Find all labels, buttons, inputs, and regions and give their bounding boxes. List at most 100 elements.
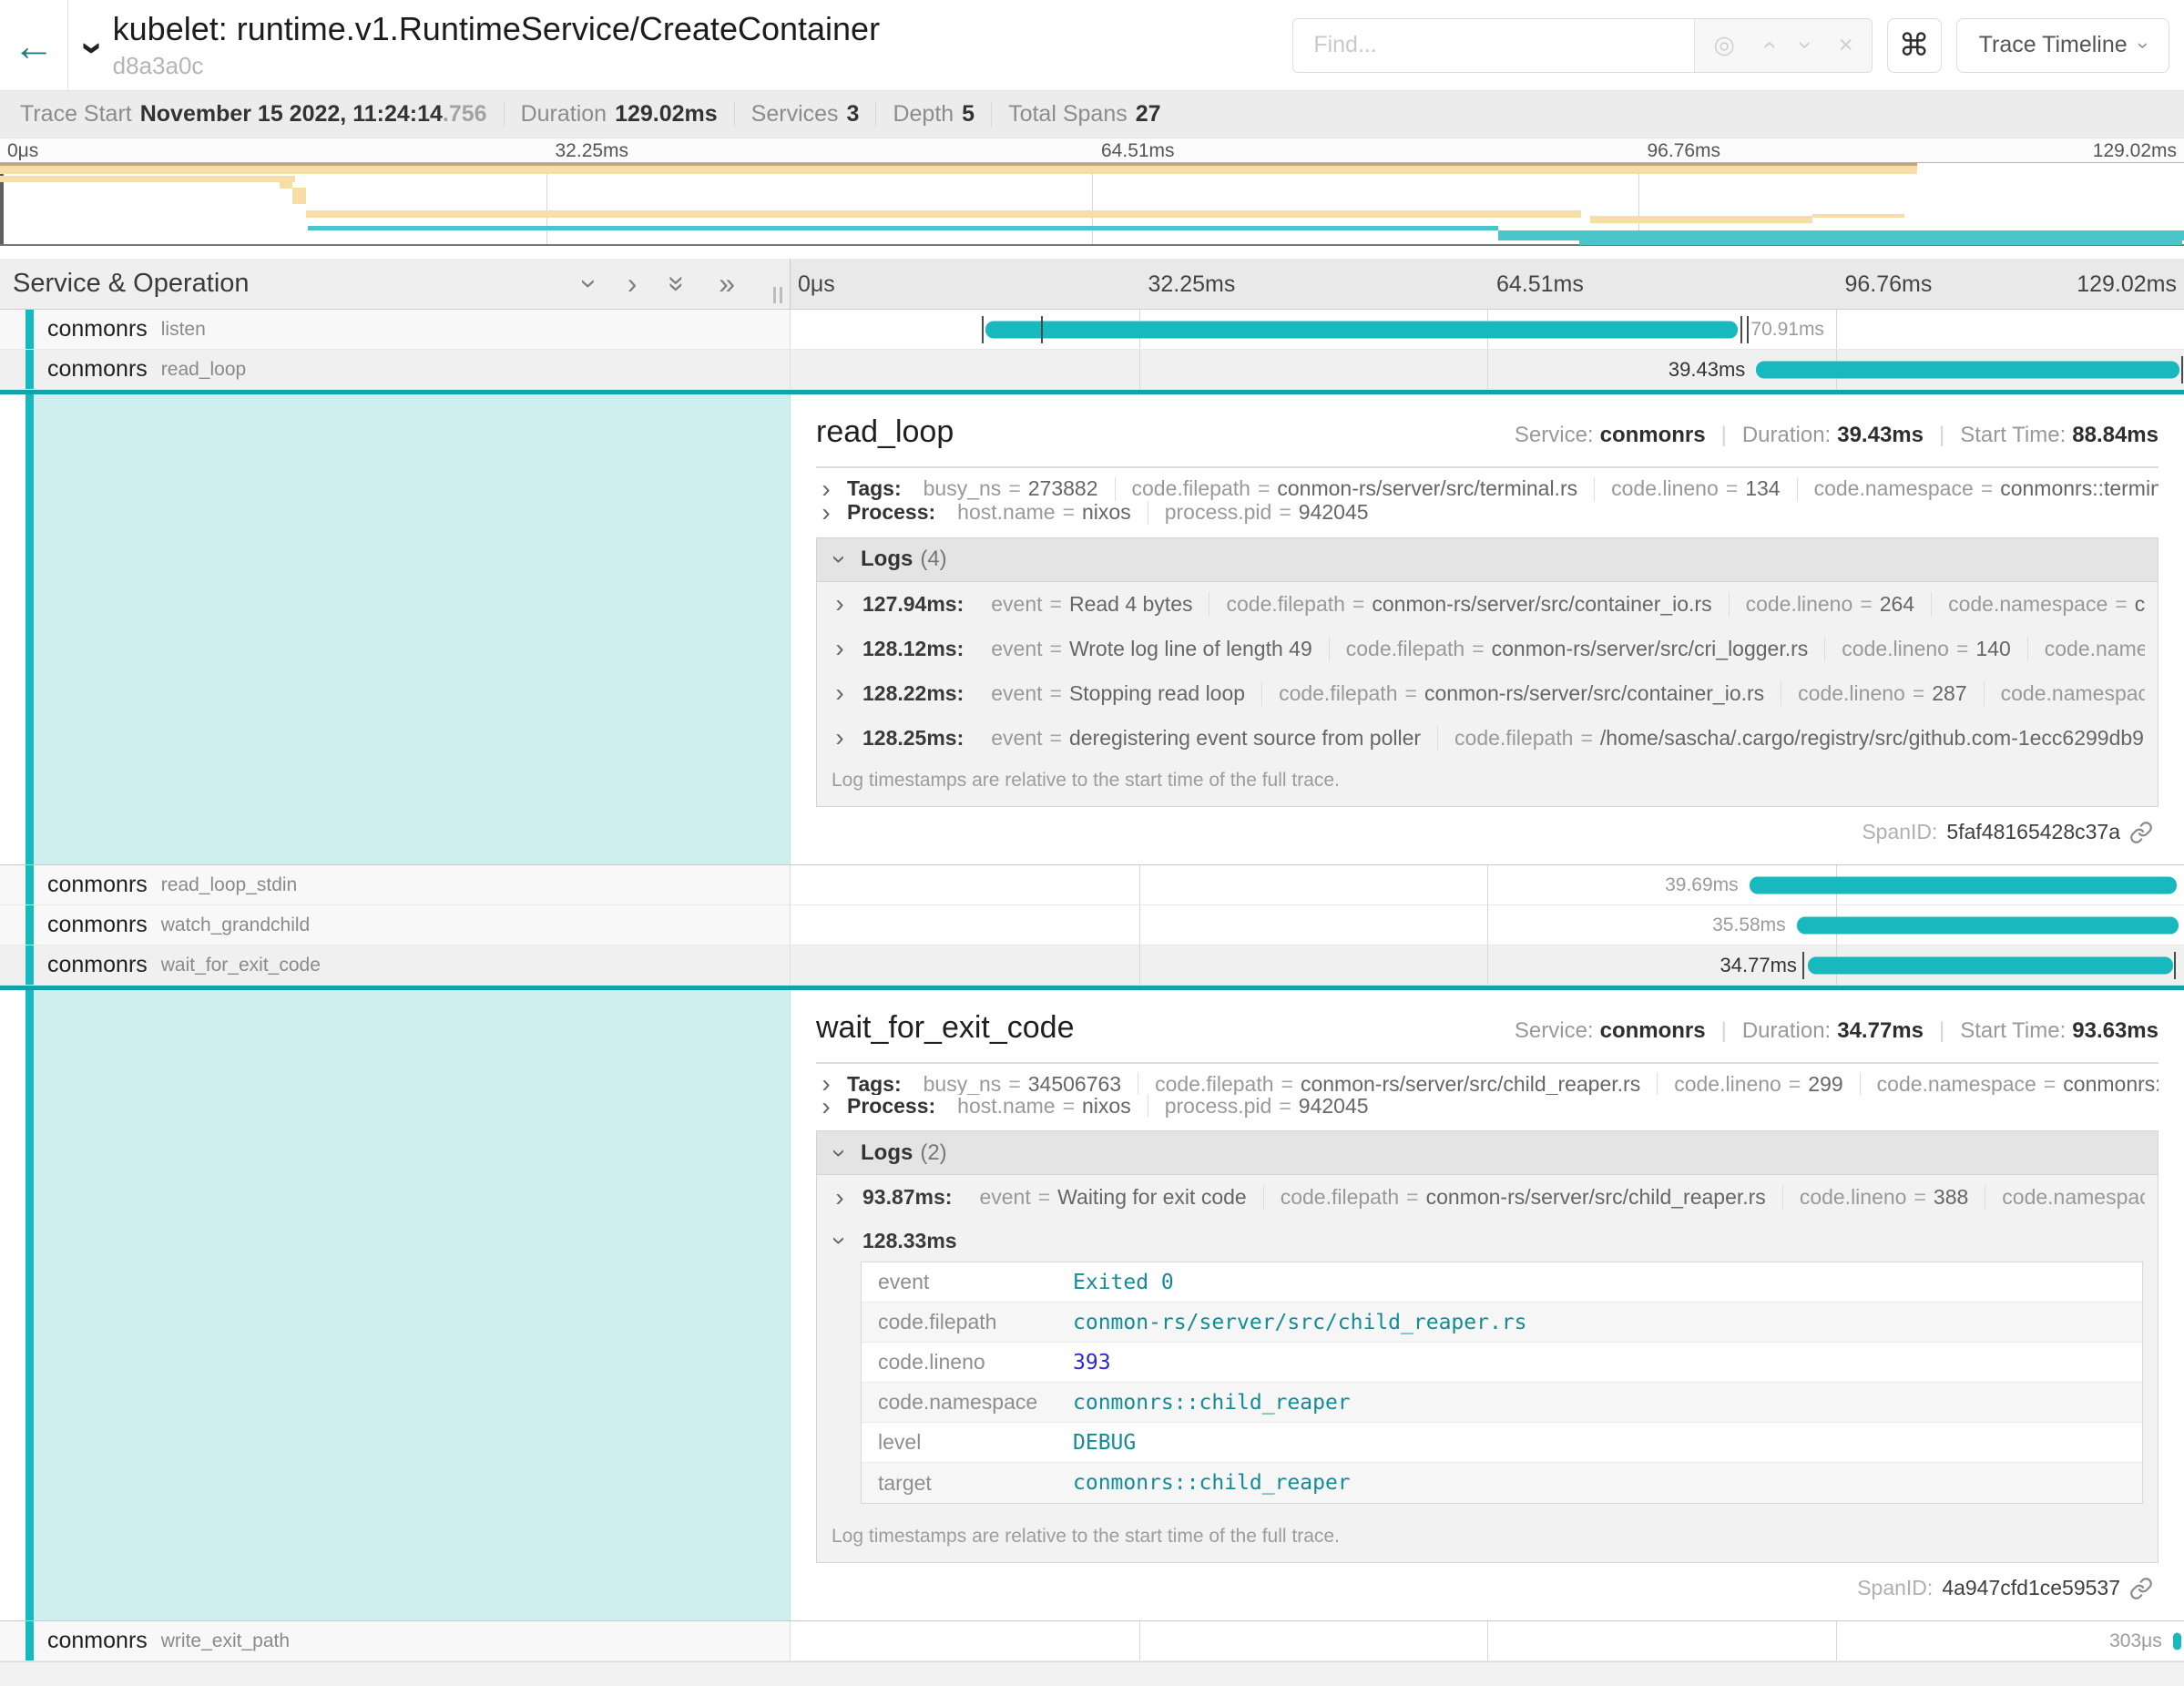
collapse-one-icon[interactable]: › — [573, 279, 607, 289]
span-duration-label: 70.91ms — [1750, 319, 1824, 341]
link-icon[interactable] — [2129, 821, 2153, 844]
expand-all-icon[interactable]: » — [719, 267, 735, 301]
log-marker-tick — [1041, 316, 1043, 343]
tag-key: code.lineno — [1800, 1185, 1907, 1210]
timeline-header: 0μs32.25ms64.51ms96.76ms129.02ms — [791, 259, 2184, 309]
span-name-cell[interactable]: conmonrswatch_grandchild — [0, 905, 791, 945]
logs-header[interactable]: ›Logs(2) — [817, 1131, 2158, 1175]
expand-one-icon[interactable]: › — [628, 267, 638, 301]
span-name-cell[interactable]: conmonrswrite_exit_path — [0, 1621, 791, 1660]
span-timeline-cell[interactable]: 34.77ms — [791, 945, 2184, 985]
span-service-name: conmonrs — [47, 356, 148, 383]
span-name-cell[interactable]: conmonrsread_loop_stdin — [0, 865, 791, 904]
span-row[interactable]: conmonrsread_loop_stdin39.69ms — [0, 865, 2184, 905]
logs-count: (2) — [920, 1140, 946, 1166]
collapse-all-icon[interactable]: » — [661, 276, 695, 292]
log-entry[interactable]: ›127.94ms:event=Read 4 bytescode.filepat… — [817, 582, 2158, 627]
span-name-cell[interactable]: conmonrslisten — [0, 310, 791, 349]
span-name-cell[interactable]: conmonrswait_for_exit_code — [0, 945, 791, 985]
meta-value: 34.77ms — [1837, 1018, 1924, 1044]
span-duration-bar[interactable] — [2173, 1632, 2181, 1650]
trace-view-label: Trace Timeline — [1979, 32, 2128, 58]
span-timeline-cell[interactable]: 39.43ms — [791, 350, 2184, 389]
tag-chip: event=Waiting for exit code — [963, 1185, 1263, 1210]
process-row[interactable]: ›Process:host.name=nixosprocess.pid=9420… — [816, 1095, 2158, 1118]
tags-row[interactable]: ›Tags:busy_ns=273882code.filepath=conmon… — [816, 477, 2158, 501]
clear-find-icon[interactable]: × — [1839, 31, 1853, 59]
logs-footer-note: Log timestamps are relative to the start… — [817, 761, 2158, 806]
tag-value: 134 — [1745, 477, 1780, 501]
span-duration-bar[interactable] — [1797, 916, 2179, 934]
trace-view-dropdown[interactable]: Trace Timeline › — [1956, 18, 2169, 73]
find-group: ◎ › › × — [1292, 18, 1872, 73]
summary-value: 3 — [847, 101, 860, 128]
meta-label: Duration: — [1742, 1018, 1831, 1044]
span-duration-bar[interactable] — [1750, 876, 2178, 894]
collapse-trace-chevron-icon[interactable]: › — [70, 41, 116, 55]
summary-item: Total Spans27 — [991, 101, 1177, 128]
back-button[interactable]: ← — [0, 0, 67, 90]
span-grid-header: Service & Operation ››»» 0μs32.25ms64.51… — [0, 259, 2184, 310]
logs-footer-note: Log timestamps are relative to the start… — [817, 1517, 2158, 1562]
span-row[interactable]: conmonrswatch_grandchild35.58ms — [0, 905, 2184, 945]
span-id-value: 4a947cfd1ce59537 — [1942, 1576, 2120, 1600]
process-label: Process: — [847, 1095, 935, 1118]
log-entry[interactable]: ›128.25ms:event=deregistering event sour… — [817, 716, 2158, 761]
span-id-label: SpanID: — [1862, 820, 1937, 844]
span-duration-bar[interactable] — [1808, 956, 2173, 974]
kv-row: levelDEBUG — [862, 1423, 2142, 1463]
tags-row[interactable]: ›Tags:busy_ns=34506763code.filepath=conm… — [816, 1073, 2158, 1096]
process-row[interactable]: ›Process:host.name=nixosprocess.pid=9420… — [816, 501, 2158, 525]
span-name-cell[interactable]: conmonrsread_loop — [0, 350, 791, 389]
log-entry[interactable]: ›93.87ms:event=Waiting for exit codecode… — [817, 1175, 2158, 1220]
chevron-down-icon: › — [825, 1231, 854, 1251]
equals-sign: = — [1914, 1185, 1925, 1210]
log-entry-expanded-header[interactable]: ›128.33ms — [817, 1220, 2158, 1262]
time-tick-label: 129.02ms — [2077, 271, 2177, 298]
match-target-icon[interactable]: ◎ — [1713, 31, 1735, 59]
logs-header[interactable]: ›Logs(4) — [817, 538, 2158, 582]
log-entry[interactable]: ›128.12ms:event=Wrote log line of length… — [817, 627, 2158, 671]
meta-separator: | — [1721, 423, 1727, 448]
span-timeline-cell[interactable]: 39.69ms — [791, 865, 2184, 904]
tag-value: nixos — [1082, 1095, 1131, 1118]
link-icon[interactable] — [2129, 1577, 2153, 1600]
minimap-span-bar — [306, 210, 1581, 218]
log-entry[interactable]: ›128.22ms:event=Stopping read loopcode.f… — [817, 671, 2158, 716]
kv-key: event — [862, 1270, 1073, 1294]
next-result-icon[interactable]: › — [1791, 41, 1820, 49]
span-timeline-cell[interactable]: 35.58ms — [791, 905, 2184, 945]
keyboard-shortcuts-button[interactable]: ⌘ — [1887, 18, 1942, 73]
equals-sign: = — [1050, 592, 1062, 617]
tag-chip: busy_ns=34506763 — [907, 1073, 1138, 1096]
span-row[interactable]: conmonrswrite_exit_path303μs — [0, 1621, 2184, 1661]
next-row-partial — [0, 1661, 2184, 1686]
equals-sign: = — [1279, 1095, 1291, 1118]
tag-value: conmon-rs/server/src/cri_logger.rs — [1492, 637, 1809, 661]
span-row[interactable]: conmonrswait_for_exit_code34.77ms — [0, 945, 2184, 986]
span-duration-bar[interactable] — [1756, 361, 2179, 378]
meta-value: 93.63ms — [2072, 1018, 2158, 1044]
span-detail-title: wait_for_exit_code — [816, 1010, 1075, 1046]
tag-value: /home/sascha/.cargo/registry/src/github.… — [1600, 726, 2145, 751]
column-resizer[interactable] — [773, 287, 782, 303]
span-detail-panel: wait_for_exit_codeService:conmonrs|Durat… — [0, 986, 2184, 1621]
prev-result-icon[interactable]: › — [1754, 41, 1782, 49]
tag-chip: code.lineno=299 — [1658, 1073, 1860, 1096]
span-row[interactable]: conmonrsread_loop39.43ms — [0, 350, 2184, 390]
tag-key: event — [991, 592, 1042, 617]
find-tools: ◎ › › × — [1694, 19, 1871, 72]
tag-chip: busy_ns=273882 — [907, 477, 1116, 501]
kv-key: code.filepath — [862, 1310, 1073, 1334]
tag-value: conmonrs::co… — [2135, 592, 2145, 617]
span-duration-bar[interactable] — [985, 321, 1738, 338]
minimap-canvas[interactable] — [0, 162, 2184, 246]
find-input[interactable] — [1293, 19, 1694, 72]
span-timeline-cell[interactable]: 303μs — [791, 1621, 2184, 1660]
tag-value: Waiting for exit code — [1057, 1185, 1247, 1210]
span-row[interactable]: conmonrslisten 70.91ms — [0, 310, 2184, 350]
span-timeline-cell[interactable]: 70.91ms — [791, 310, 2184, 349]
tag-value: conmon-rs/server/src/container_io.rs — [1372, 592, 1711, 617]
tag-key: code.lineno — [1842, 637, 1949, 661]
meta-label: Service: — [1515, 423, 1594, 448]
